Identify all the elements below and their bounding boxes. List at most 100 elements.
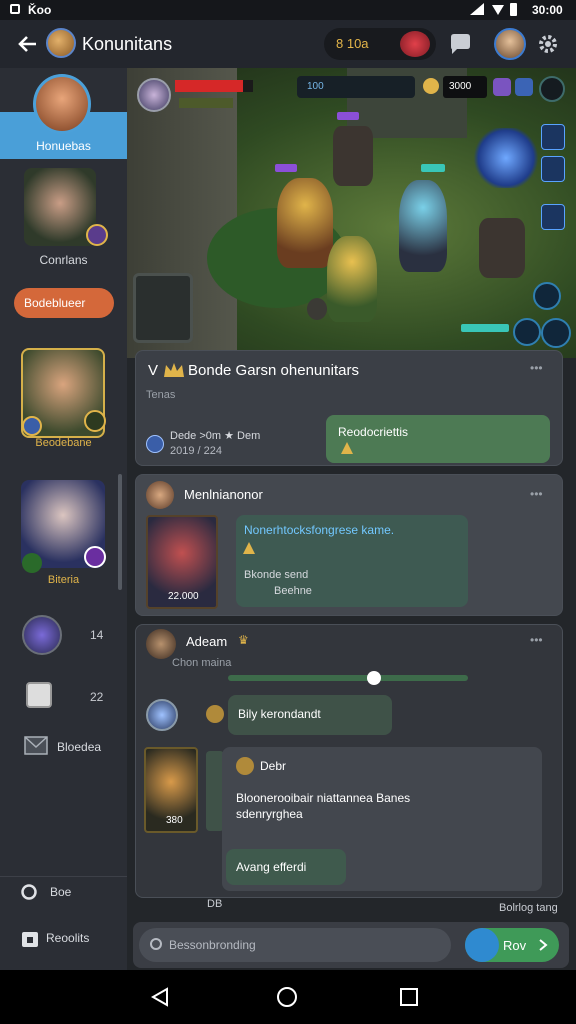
post-3-card-value: 380	[166, 815, 183, 826]
hud-mana-bar	[179, 98, 233, 108]
signal-icons	[470, 3, 517, 16]
sidebar-item-5-badge-icon	[22, 553, 42, 573]
gold-value: 8 10a	[336, 36, 369, 51]
post-3-author-avatar[interactable]	[146, 629, 176, 659]
hud-score-panel: 100	[297, 76, 415, 98]
home-nav-icon[interactable]	[276, 986, 298, 1008]
mail-icon[interactable]	[24, 736, 48, 756]
post-4-preview-left: DB	[207, 898, 223, 910]
sidebar-item-6-avatar[interactable]	[22, 615, 62, 655]
recents-nav-icon[interactable]	[400, 988, 418, 1006]
post-3-author: Adeam	[186, 634, 228, 649]
sidebar-item-4-badge-icon	[22, 416, 42, 436]
post-1-subtitle: Tenas	[146, 389, 176, 401]
skill-icon[interactable]	[541, 124, 565, 150]
post-2-hero-card[interactable]: 22.000	[146, 515, 218, 609]
hero-3[interactable]	[399, 180, 447, 272]
sidebar-pill-label: Bodeblueer	[24, 296, 86, 310]
blue-crystal	[471, 128, 541, 188]
hero-3-health-bar	[421, 164, 445, 172]
hud-pause-button[interactable]	[539, 76, 565, 102]
hud-score-left: 100	[307, 81, 324, 92]
skill-icon[interactable]	[541, 204, 565, 230]
status-carrier: Ǩoo	[28, 3, 52, 17]
warning-icon	[341, 442, 353, 454]
more-options-icon[interactable]: •••	[530, 633, 543, 647]
skill-icon[interactable]	[541, 156, 565, 182]
badge-icon	[206, 705, 224, 723]
attack-icon[interactable]	[533, 282, 561, 310]
post-3-slider-track[interactable]	[228, 675, 468, 681]
sidebar-item-4-sword-icon	[84, 410, 106, 432]
sidebar-item-5-label[interactable]: Biteria	[0, 574, 127, 586]
stone-door	[133, 273, 193, 343]
post-2-message: Nonerhtocksfongrese kame.	[244, 523, 395, 537]
post-2-card-value: 22.000	[168, 591, 199, 602]
skill-round-icon[interactable]	[513, 318, 541, 346]
hud-player-avatar[interactable]	[137, 78, 171, 112]
gem-icon	[400, 31, 430, 57]
post-card-3[interactable]: Adeam ♛ ••• Chon maina Bily kerondandt 3…	[135, 624, 563, 898]
sidebar-pill-button[interactable]: Bodeblueer	[14, 288, 114, 318]
hud-health-track	[175, 80, 253, 92]
skill-round-icon[interactable]	[541, 318, 571, 348]
post-2-author-avatar[interactable]	[146, 481, 174, 509]
post-card-1[interactable]: V Bonde Garsn ohenunitars ••• Tenas Dede…	[135, 350, 563, 466]
community-avatar[interactable]	[46, 28, 76, 58]
search-icon	[150, 938, 162, 950]
sidebar-item-4-label[interactable]: Beodebane	[0, 437, 127, 449]
bag-icon[interactable]	[20, 928, 40, 948]
sidebar-item-7-icon[interactable]	[26, 682, 52, 708]
post-1-stat-a: Dede >0m ★ Dem	[170, 430, 261, 442]
back-nav-icon[interactable]	[150, 987, 170, 1007]
sidebar-bottom-2-label[interactable]: Reoolits	[46, 931, 89, 945]
gear-icon[interactable]	[536, 32, 560, 56]
post-2-message-bubble[interactable]: Nonerhtocksfongrese kame. Bkonde send Be…	[236, 515, 468, 607]
currency-pill[interactable]: 8 10a	[324, 28, 436, 60]
page-title: Konunitans	[82, 34, 173, 54]
post-3-subtitle: Chon maina	[172, 657, 232, 669]
hud-item-icon	[493, 78, 511, 96]
more-options-icon[interactable]: •••	[530, 361, 543, 375]
more-options-icon[interactable]: •••	[530, 487, 543, 501]
system-nav-bar	[0, 970, 576, 1024]
hud-item-icon	[515, 78, 533, 96]
post-1-reply-bubble[interactable]: Reodocriettis	[326, 415, 550, 463]
post-2-line3: Beehne	[274, 585, 312, 597]
chat-bubble-icon[interactable]	[447, 31, 473, 57]
send-button[interactable]: Rov	[465, 928, 559, 962]
sidebar-scrollbar[interactable]	[118, 474, 122, 590]
main-content: 100 3000 V Bonde Garsn ohenunitars ••• T…	[127, 68, 576, 970]
send-accent	[465, 928, 499, 962]
back-arrow-icon[interactable]	[16, 33, 38, 55]
tower-1	[333, 126, 373, 186]
tower-health-bar	[337, 112, 359, 120]
post-3-hero-card[interactable]: 380	[144, 747, 198, 833]
status-bar: Ǩoo 30:00	[0, 0, 576, 20]
sidebar-bottom-1-label[interactable]: Boe	[50, 885, 71, 899]
search-icon[interactable]	[20, 883, 40, 903]
composer-input[interactable]: Bessonbronding	[139, 928, 451, 962]
sidebar-item-2-label[interactable]: Conrlans	[0, 253, 127, 267]
sidebar: Honuebas Conrlans Bodeblueer Beodebane B…	[0, 68, 127, 970]
post-3-footer-bubble[interactable]: Avang efferdi	[226, 849, 346, 885]
sidebar-item-8-label[interactable]: Bloedea	[57, 740, 101, 754]
post-card-2[interactable]: Menlnianonor ••• 22.000 Nonerhtocksfongr…	[135, 474, 563, 616]
game-scene[interactable]	[127, 68, 576, 358]
post-3-reply-text: Bily kerondandt	[238, 707, 321, 721]
profile-avatar[interactable]	[494, 28, 526, 60]
hero-1[interactable]	[277, 178, 333, 268]
sidebar-item-1-label[interactable]: Honuebas	[0, 139, 127, 153]
post-2-line2: Bkonde send	[244, 569, 309, 581]
post-3-quote-author: Debr	[260, 759, 287, 773]
post-3-quote-text-2: sdenryrghea	[236, 807, 303, 821]
post-3-reply-avatar[interactable]	[146, 699, 178, 731]
post-3-slider-knob[interactable]	[367, 671, 382, 685]
post-3-reply-bubble[interactable]: Bily kerondandt	[228, 695, 392, 735]
sidebar-item-1-avatar[interactable]	[33, 74, 91, 134]
sidebar-item-7-count: 22	[90, 690, 104, 704]
post-3-quote-bubble[interactable]: Debr Bloonerooibair niattannea Banes sde…	[222, 747, 542, 891]
send-label: Rov	[503, 938, 527, 953]
hero-2[interactable]	[327, 236, 377, 322]
coin-icon	[423, 78, 439, 94]
